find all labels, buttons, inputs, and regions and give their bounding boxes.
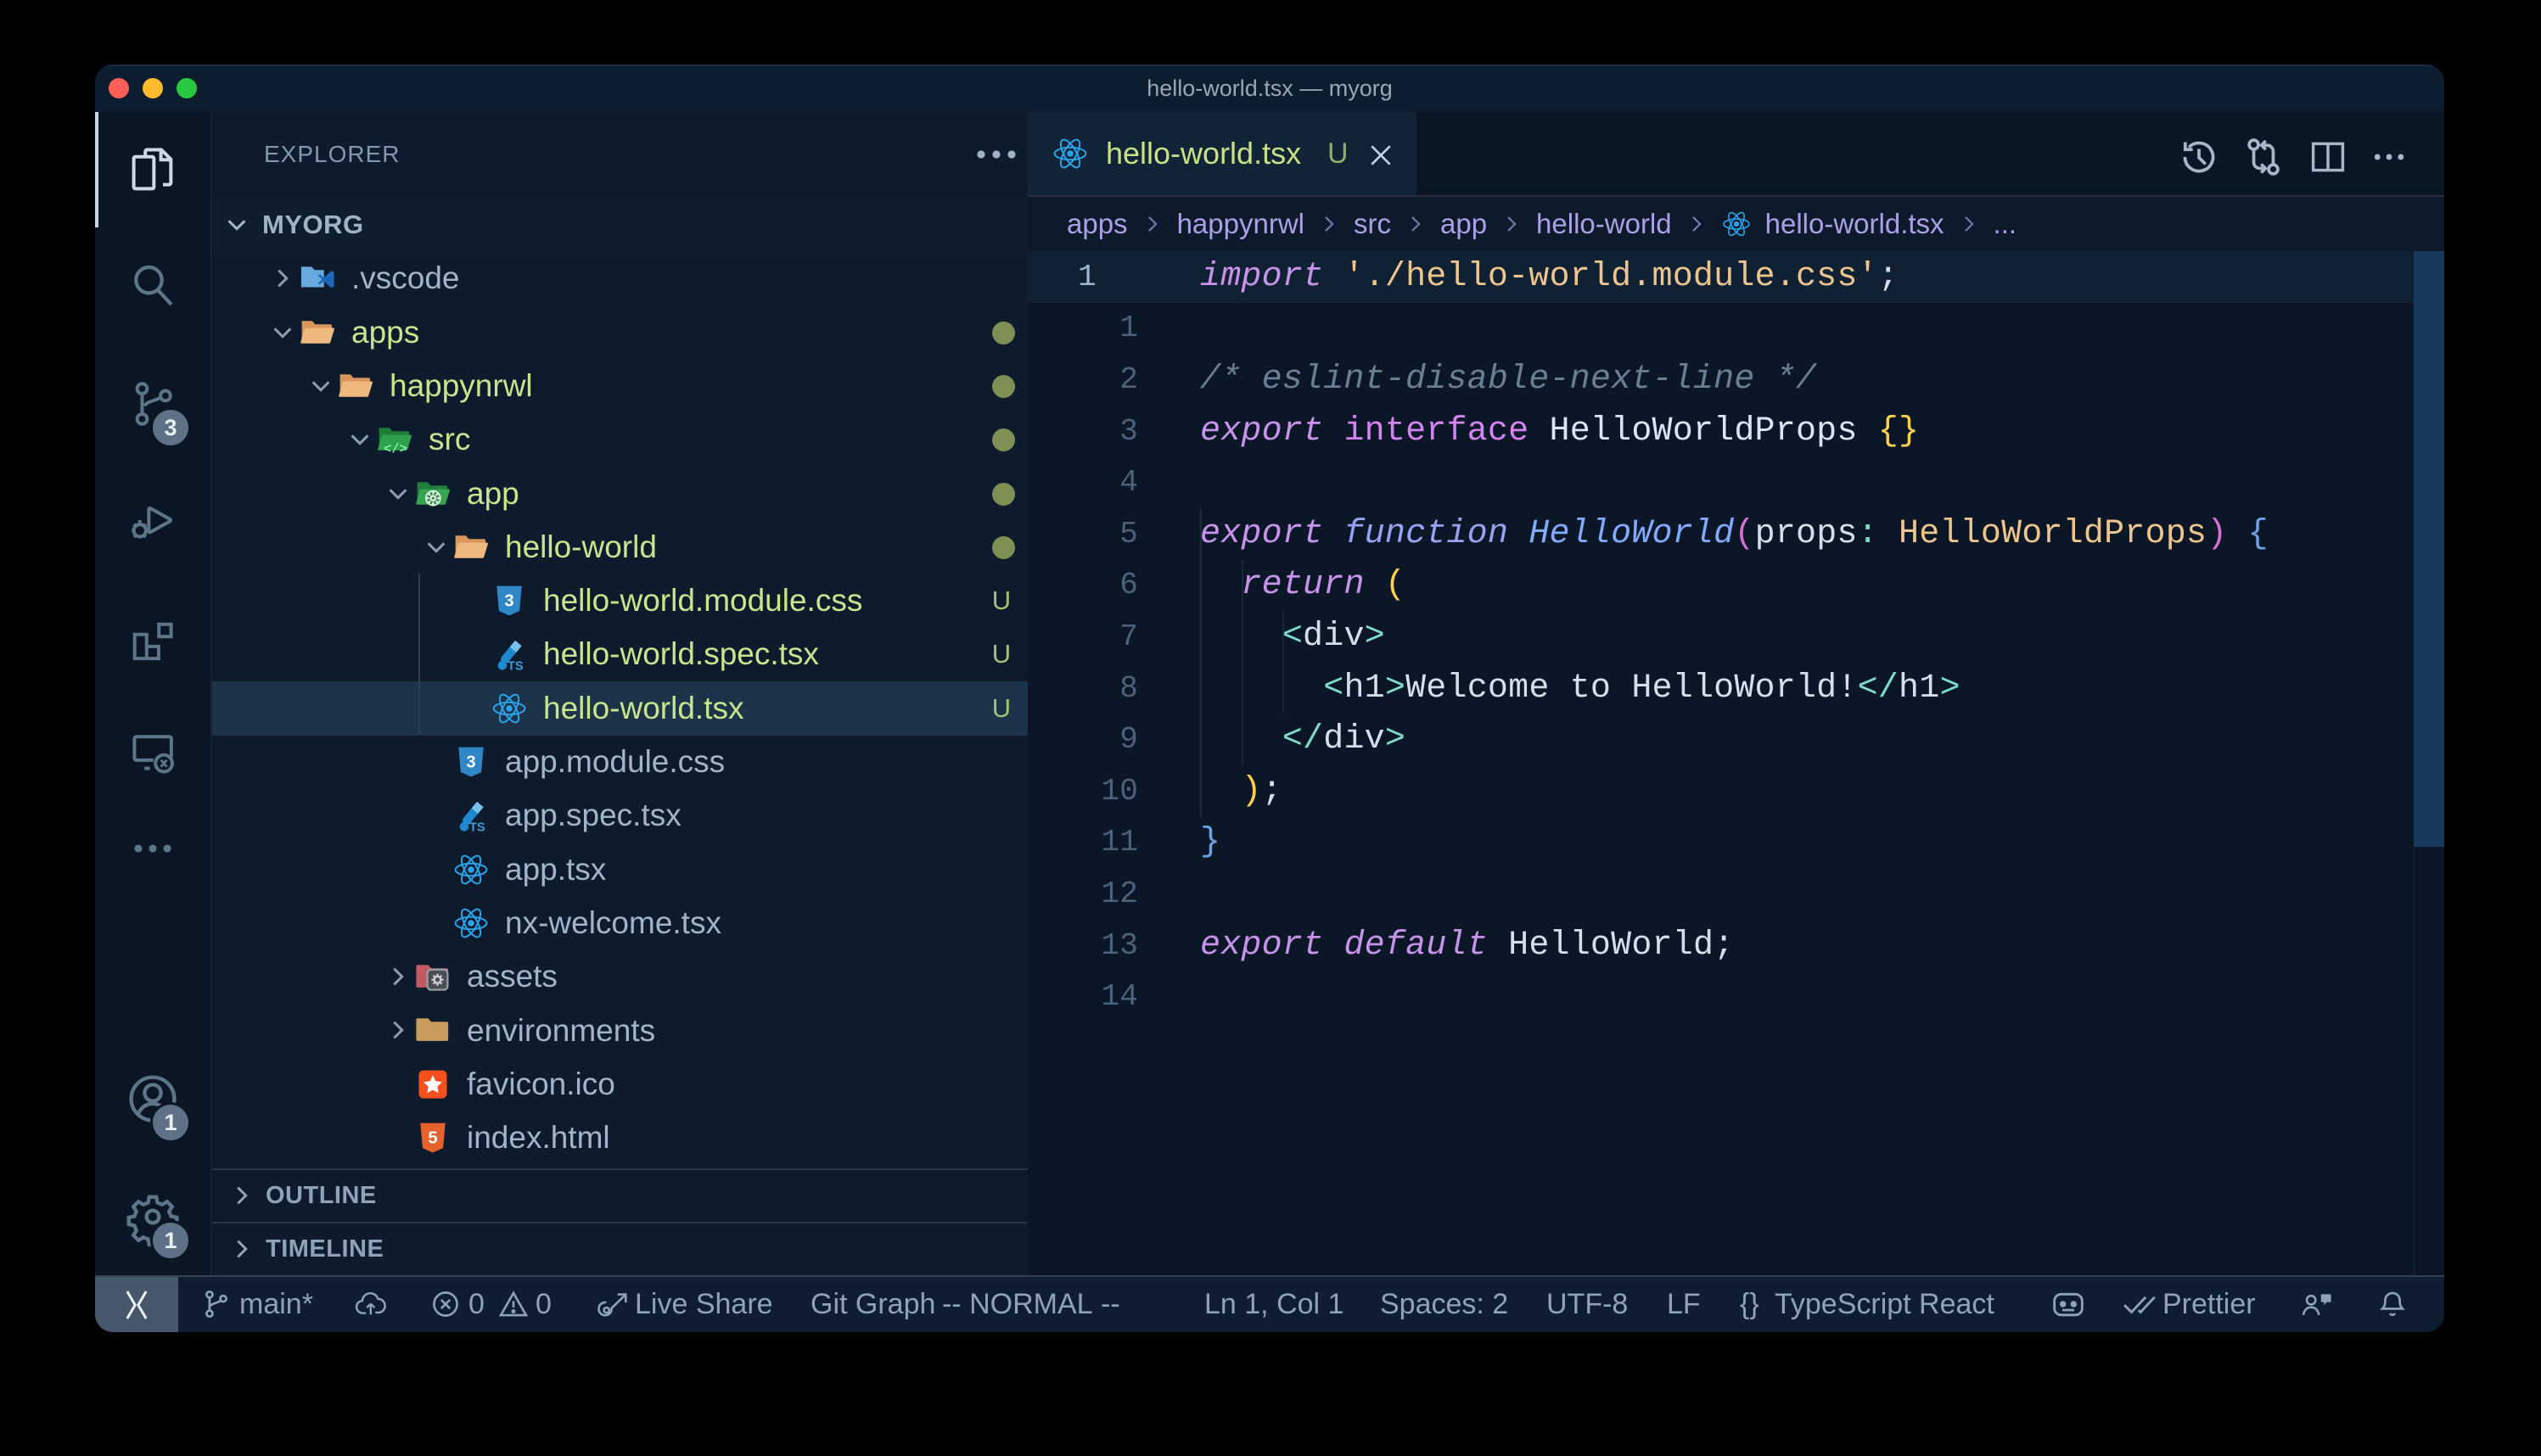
svg-text:TS: TS xyxy=(469,820,485,834)
svg-text:3: 3 xyxy=(466,753,475,771)
svg-text:5: 5 xyxy=(428,1128,437,1147)
svg-text:</>: </> xyxy=(384,442,407,457)
svg-text:3: 3 xyxy=(504,591,513,610)
svg-text:TS: TS xyxy=(508,659,524,673)
